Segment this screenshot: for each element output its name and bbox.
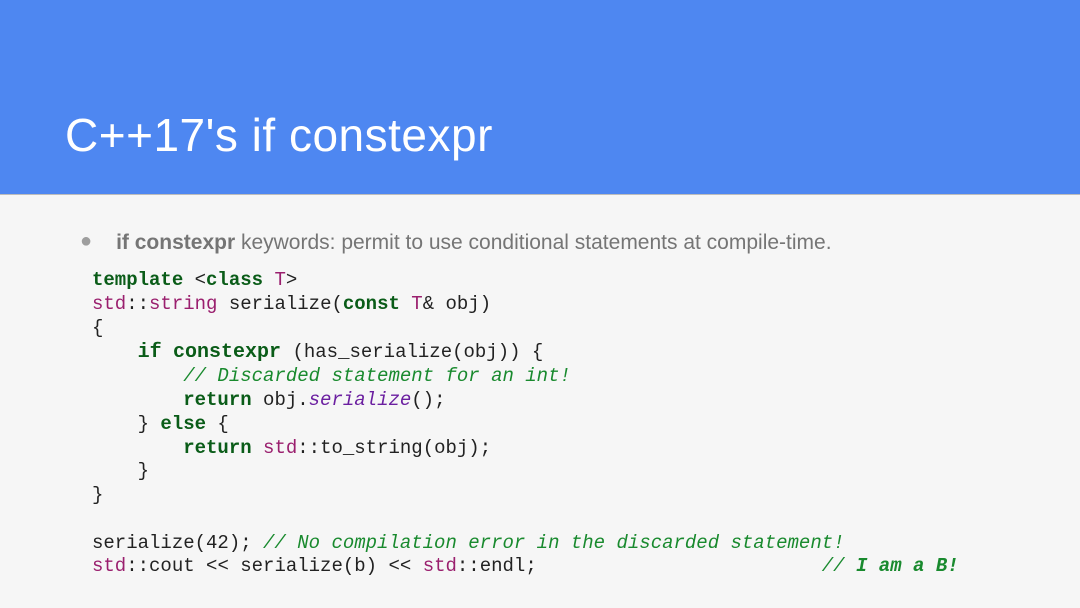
method-serialize: serialize bbox=[309, 389, 412, 411]
slide-title: C++17's if constexpr bbox=[65, 108, 493, 162]
comment-output: I am a B! bbox=[856, 555, 959, 577]
slide-content: ● if constexpr keywords: permit to use c… bbox=[0, 195, 1080, 579]
bullet-point: ● if constexpr keywords: permit to use c… bbox=[80, 231, 1015, 255]
bullet-rest: keywords: permit to use conditional stat… bbox=[235, 231, 831, 254]
bullet-lead: if constexpr bbox=[116, 231, 235, 254]
kw-if: if bbox=[138, 341, 162, 364]
kw-else: else bbox=[160, 413, 206, 435]
bullet-text: if constexpr keywords: permit to use con… bbox=[116, 231, 831, 255]
template-param: T bbox=[274, 269, 285, 291]
kw-constexpr: constexpr bbox=[173, 341, 281, 364]
code-example: template <class T> std::string serialize… bbox=[92, 269, 1015, 579]
kw-class: class bbox=[206, 269, 263, 291]
kw-return: return bbox=[183, 389, 251, 411]
slide-header: C++17's if constexpr bbox=[0, 0, 1080, 195]
comment-no-error: // No compilation error in the discarded… bbox=[263, 532, 845, 554]
bullet-dot-icon: ● bbox=[80, 230, 92, 253]
ns-std: std bbox=[92, 293, 126, 315]
kw-template: template bbox=[92, 269, 183, 291]
comment-discarded: // Discarded statement for an int! bbox=[183, 365, 571, 387]
type-string: string bbox=[149, 293, 217, 315]
kw-const: const bbox=[343, 293, 400, 315]
